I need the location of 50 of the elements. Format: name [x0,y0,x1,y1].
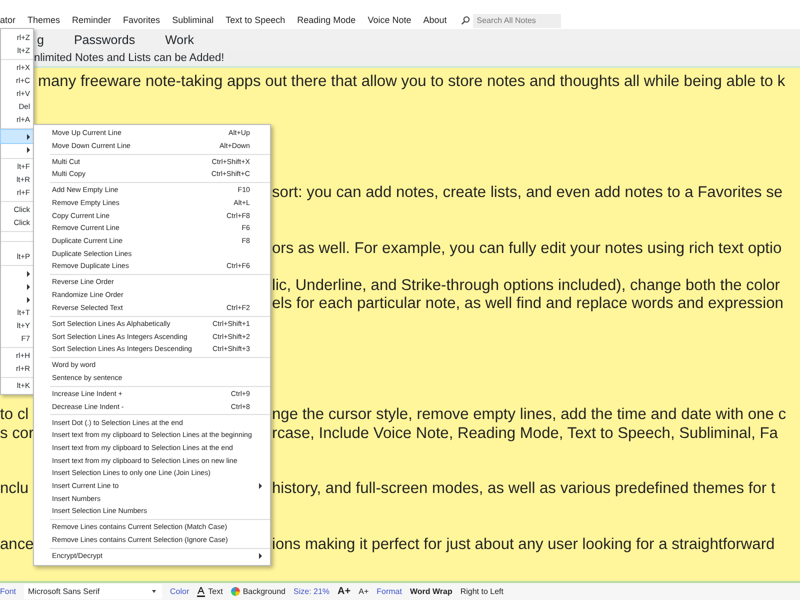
text-line: ors as well. For example, you can fully edit your notes using rich text optio [272,240,782,258]
menu-item[interactable]: Text to Speech [220,14,292,28]
toolbar-toggle[interactable]: Word Wrap [410,586,452,598]
text-line: nge the cursor style, remove empty lines, add the time and date with one c [272,406,786,424]
text-line: history, and full-screen modes, as well as various predefined themes for t [272,480,776,498]
menu-item[interactable]: ator [0,14,22,28]
note-title: nlimited Notes and Lists can be Added! [34,51,224,66]
text-line: rcase, Include Voice Note, Reading Mode, Text to Speech, Subliminal, Fa [272,424,778,443]
notebook-tab[interactable]: g [35,30,46,50]
menu-item[interactable] [1,130,33,143]
color-wheel-icon [230,587,240,596]
text-line: ions making it perfect for just about any user looking for a straightforward [272,536,775,554]
notebook-tab[interactable]: Passwords [72,30,138,50]
menu-item[interactable]: Voice Note [362,14,418,28]
search-field[interactable]: Search All Notes [472,14,561,28]
menu-item[interactable]: Reading Mode [291,14,362,28]
text-line: ance [0,536,34,552]
text-line: sort: you can add notes, create lists, and even add notes to a Favorites se [272,184,783,202]
text-line: to cl [0,406,29,423]
toolbar-label: Font [0,586,16,598]
submenu-arrow-icon [27,296,30,302]
submenu-arrow-icon [259,483,262,490]
text-line: nclu [0,480,29,497]
submenu-arrow-icon [27,270,30,276]
text-color-icon [197,586,206,596]
submenu-arrow-icon [27,134,30,140]
background-color-button[interactable]: Background [230,586,286,598]
shrink-font-button[interactable]: A+ [358,586,369,598]
toolbar-label: Format [376,586,402,598]
toolbar-toggle[interactable]: Right to Left [460,586,504,598]
text-line: els for each particular note, as well find and replace words and expression [272,295,784,314]
menu-item[interactable]: About [417,14,453,28]
menu-item[interactable]: Subliminal [166,14,220,28]
text-color-button[interactable]: Text [197,586,223,598]
font-select[interactable]: Microsoft Sans Serif [24,584,162,599]
menu-item[interactable]: Reminder [66,14,118,28]
search-icon [460,16,470,25]
text-line: many freeware note-taking apps out there that allow you to store notes and thoughts all while being able to k [38,73,786,92]
toolbar-label: Color [170,586,190,598]
menu-item[interactable]: Themes [22,14,66,28]
toolbar-label: Size: 21% [294,586,330,598]
submenu-arrow-icon [259,553,262,560]
notebook-tab[interactable]: Work [163,30,196,50]
submenu-arrow-icon [27,146,30,152]
grow-font-button[interactable]: A+ [338,584,351,599]
caret-icon [152,590,156,593]
submenu-arrow-icon [27,284,30,290]
text-line: lic, Underline, and Strike-through options included), change both the color [272,276,780,295]
text-line: s cor [0,424,34,442]
menu-item[interactable]: Favorites [117,14,166,28]
